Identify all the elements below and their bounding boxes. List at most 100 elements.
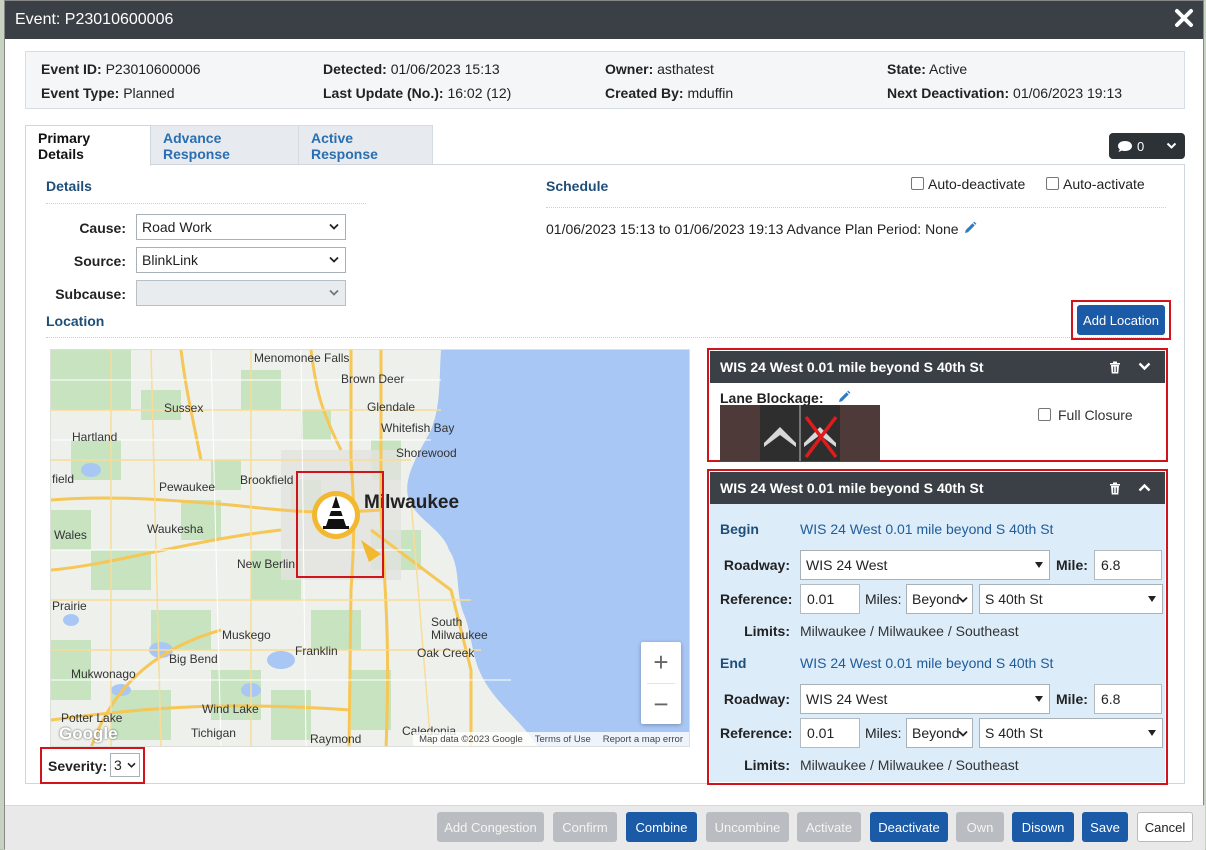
confirm-button[interactable]: Confirm <box>553 812 617 842</box>
auto-deactivate-checkbox[interactable] <box>911 177 924 190</box>
modal-title: Event: P23010600006 <box>15 11 174 28</box>
details-title: Details <box>46 178 92 194</box>
summary-next-deactivation: Next Deactivation: 01/06/2023 19:13 <box>887 85 1123 101</box>
map-label: New Berlin <box>237 557 296 571</box>
map-label: Oak Creek <box>417 646 475 660</box>
map-label: Pewaukee <box>159 480 216 494</box>
begin-limits-label: Limits: <box>744 623 790 639</box>
location-card-2: WIS 24 West 0.01 mile beyond S 40th St B… <box>710 472 1165 782</box>
chevron-up-icon[interactable] <box>1138 483 1151 492</box>
map-data-credit: Map data ©2023 Google <box>419 733 523 745</box>
end-label: End <box>720 655 747 671</box>
zoom-out-button[interactable]: − <box>641 684 681 724</box>
end-cross-street-select[interactable]: S 40th St <box>979 718 1163 748</box>
chevron-down-icon <box>127 762 136 768</box>
add-location-button[interactable]: Add Location <box>1077 305 1165 335</box>
begin-roadway-select[interactable]: WIS 24 West <box>800 550 1050 580</box>
card1-header: WIS 24 West 0.01 mile beyond S 40th St <box>710 351 1165 383</box>
tab-bar: Primary Details Advance Response Active … <box>25 125 433 166</box>
begin-description: WIS 24 West 0.01 mile beyond S 40th St <box>800 521 1054 537</box>
card2-header: WIS 24 West 0.01 mile beyond S 40th St <box>710 472 1165 504</box>
location-divider <box>46 337 1164 338</box>
own-button[interactable]: Own <box>956 812 1004 842</box>
cancel-button[interactable]: Cancel <box>1137 812 1193 842</box>
full-closure-label: Full Closure <box>1058 407 1133 423</box>
caret-down-icon <box>1148 730 1156 736</box>
subcause-select[interactable] <box>136 280 346 306</box>
end-direction-select[interactable]: Beyond <box>906 718 973 748</box>
begin-label: Begin <box>720 521 759 537</box>
activate-button[interactable]: Activate <box>797 812 861 842</box>
begin-cross-street-select[interactable]: S 40th St <box>979 584 1163 614</box>
end-reference-input[interactable]: 0.01 <box>800 718 860 748</box>
lane-diagram[interactable] <box>720 405 880 461</box>
auto-deactivate-label: Auto-deactivate <box>928 176 1026 192</box>
close-icon[interactable] <box>1173 7 1195 29</box>
map-label: Waukesha <box>147 522 204 536</box>
auto-activate-checkbox[interactable] <box>1046 177 1059 190</box>
tab-advance-response[interactable]: Advance Response <box>151 125 299 165</box>
caret-down-icon <box>1035 696 1043 702</box>
begin-cross-street-value: S 40th St <box>985 591 1043 607</box>
summary-detected: Detected: 01/06/2023 15:13 <box>323 61 500 77</box>
severity-select[interactable]: 3 <box>110 753 140 777</box>
map-label: field <box>52 472 75 486</box>
end-limits-value: Milwaukee / Milwaukee / Southeast <box>800 757 1019 773</box>
end-roadway-value: WIS 24 West <box>806 691 888 707</box>
map-label: Brown Deer <box>341 372 405 386</box>
summary-owner: Owner: asthatest <box>605 61 714 77</box>
marker-highlight <box>296 471 384 578</box>
zoom-in-button[interactable]: + <box>641 642 681 683</box>
map-label: Mukwonago <box>71 667 136 681</box>
uncombine-button[interactable]: Uncombine <box>706 812 789 842</box>
begin-reference-input[interactable]: 0.01 <box>800 584 860 614</box>
add-congestion-button[interactable]: Add Congestion <box>437 812 544 842</box>
google-logo: Google <box>59 724 118 743</box>
chevron-down-icon <box>1166 142 1177 149</box>
report-map-error-link[interactable]: Report a map error <box>603 734 683 745</box>
chevron-down-icon[interactable] <box>1138 362 1151 371</box>
zoom-control: + − <box>641 642 681 724</box>
end-mile-input[interactable]: 6.8 <box>1094 684 1162 714</box>
map-label: Tichigan <box>191 726 236 740</box>
end-roadway-select[interactable]: WIS 24 West <box>800 684 1050 714</box>
begin-mile-input[interactable]: 6.8 <box>1094 550 1162 580</box>
comments-button[interactable]: 0 <box>1109 133 1185 159</box>
map-label: Glendale <box>367 400 416 414</box>
map-label: Potter Lake <box>61 711 123 725</box>
save-button[interactable]: Save <box>1082 812 1128 842</box>
tab-active-response[interactable]: Active Response <box>299 125 433 165</box>
combine-button[interactable]: Combine <box>626 812 697 842</box>
terms-link[interactable]: Terms of Use <box>535 734 591 745</box>
disown-button[interactable]: Disown <box>1012 812 1074 842</box>
location-map[interactable]: Menomonee Falls Brown Deer Sussex Glenda… <box>50 349 690 747</box>
map-label: Shorewood <box>396 446 457 460</box>
trash-icon[interactable] <box>1109 361 1121 374</box>
tab-primary-details[interactable]: Primary Details <box>25 125 151 166</box>
map-label: Brookfield <box>240 473 294 487</box>
action-footer: Add Congestion Confirm Combine Uncombine… <box>5 805 1205 850</box>
details-divider <box>46 203 366 204</box>
begin-direction-select[interactable]: Beyond <box>906 584 973 614</box>
full-closure-checkbox[interactable] <box>1038 408 1051 421</box>
deactivate-button[interactable]: Deactivate <box>870 812 948 842</box>
chevron-down-icon <box>329 289 339 296</box>
auto-activate-label: Auto-activate <box>1063 176 1145 192</box>
pencil-icon[interactable] <box>963 221 977 235</box>
begin-roadway-label: Roadway: <box>723 557 790 573</box>
chevron-down-icon <box>329 223 339 230</box>
map-attribution: Map data ©2023 Google Terms of Use Repor… <box>413 732 689 746</box>
caret-down-icon <box>1148 596 1156 602</box>
primary-details-panel: Details Cause: Road Work Source: BlinkLi… <box>25 164 1185 785</box>
end-reference-label: Reference: <box>720 725 793 741</box>
source-label: Source: <box>73 253 126 269</box>
source-select[interactable]: BlinkLink <box>136 247 346 273</box>
pencil-icon[interactable] <box>837 390 851 404</box>
cause-select[interactable]: Road Work <box>136 214 346 240</box>
map-label: Whitefish Bay <box>381 421 455 435</box>
trash-icon[interactable] <box>1109 482 1121 495</box>
begin-miles-label: Miles: <box>865 591 902 607</box>
begin-direction-value: Beyond <box>912 591 960 607</box>
end-description: WIS 24 West 0.01 mile beyond S 40th St <box>800 655 1054 671</box>
map-label: Hartland <box>72 430 118 444</box>
